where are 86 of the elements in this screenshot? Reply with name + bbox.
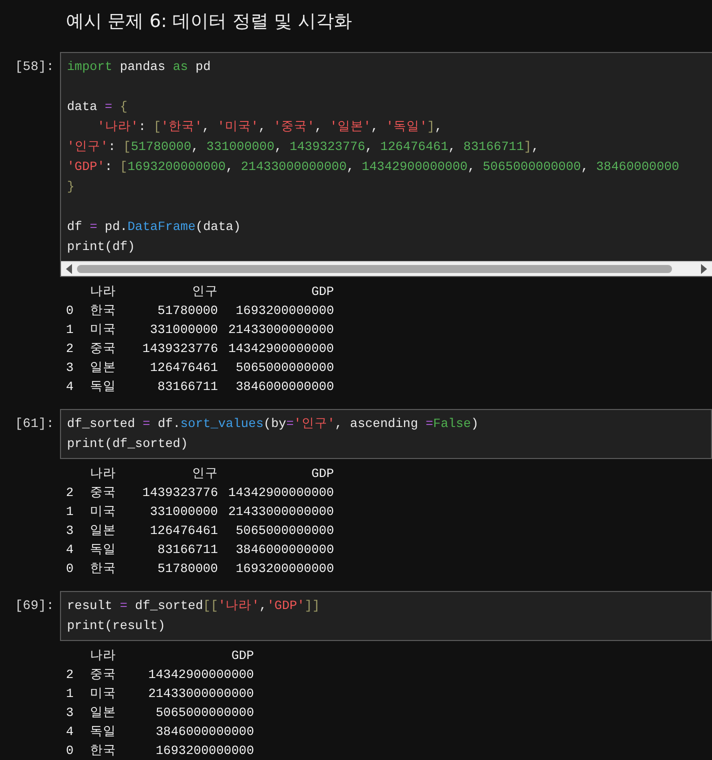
row-index: 1	[66, 322, 75, 339]
table-cell-text: 83166711	[156, 542, 218, 559]
code-line: print(df_sorted)	[67, 436, 188, 453]
table-cell-text: 5065000000000	[234, 523, 334, 540]
column-header: GDP	[230, 648, 254, 665]
table-cell-text: 한국	[90, 303, 117, 320]
table-cell-text: 3846000000000	[154, 724, 254, 741]
code-line: }	[67, 179, 75, 196]
table-cell-text: 126476461	[148, 523, 218, 540]
table-cell-text: 독일	[90, 542, 117, 559]
column-header: GDP	[310, 466, 334, 483]
row-index: 3	[66, 705, 75, 722]
table-cell-text: 미국	[90, 686, 117, 703]
horizontal-scrollbar[interactable]	[61, 261, 712, 276]
table-cell-text: 83166711	[156, 379, 218, 396]
table-cell-text: 독일	[90, 379, 117, 396]
table-cell-text: 331000000	[148, 504, 218, 521]
code-line: data = {	[67, 99, 128, 116]
table-cell-text: 14342900000000	[227, 341, 334, 358]
table-cell-text: 1693200000000	[234, 561, 334, 578]
code-line: 'GDP': [1693200000000, 21433000000000, 14342900000000, 5065000000000, 38460000000	[67, 159, 680, 176]
column-header: 인구	[191, 284, 218, 301]
table-cell-text: 21433000000000	[147, 686, 254, 703]
scroll-left-icon[interactable]	[65, 264, 73, 274]
table-cell-text: 1693200000000	[154, 743, 254, 760]
row-index: 2	[66, 485, 75, 502]
table-cell-text: 독일	[90, 724, 117, 741]
table-cell-text: 중국	[90, 341, 117, 358]
table-cell-text: 5065000000000	[234, 360, 334, 377]
row-index: 2	[66, 341, 75, 358]
table-cell-text: 51780000	[156, 303, 218, 320]
table-cell-text: 미국	[90, 322, 117, 339]
table-cell-text: 한국	[90, 743, 117, 760]
code-line: print(df)	[67, 239, 136, 256]
table-cell-text: 21433000000000	[227, 322, 334, 339]
table-cell-text: 21433000000000	[227, 504, 334, 521]
table-cell-text: 51780000	[156, 561, 218, 578]
table-cell-text: 미국	[90, 504, 117, 521]
column-header: 나라	[90, 466, 117, 483]
row-index: 4	[66, 379, 75, 396]
row-index: 1	[66, 504, 75, 521]
row-index: 3	[66, 360, 75, 377]
code-line: df_sorted = df.sort_values(by='인구', ascending =False)	[67, 416, 479, 433]
row-index: 0	[66, 561, 75, 578]
table-cell-text: 331000000	[148, 322, 218, 339]
cell-prompt: [69]:	[14, 597, 55, 615]
row-index: 4	[66, 542, 75, 559]
code-line: result = df_sorted[['나라','GDP']]	[67, 598, 320, 615]
code-cell[interactable]	[60, 52, 712, 277]
row-index: 0	[66, 743, 75, 760]
cell-prompt: [58]:	[14, 58, 55, 76]
table-cell-text: 3846000000000	[234, 542, 334, 559]
table-cell-text: 5065000000000	[154, 705, 254, 722]
table-cell-text: 1693200000000	[234, 303, 334, 320]
table-cell-text: 일본	[90, 523, 117, 540]
row-index: 0	[66, 303, 75, 320]
table-cell-text: 14342900000000	[147, 667, 254, 684]
code-line: import pandas as pd	[67, 59, 211, 76]
row-index: 1	[66, 686, 75, 703]
column-header: 나라	[90, 284, 117, 301]
table-cell-text: 14342900000000	[227, 485, 334, 502]
row-index: 2	[66, 667, 75, 684]
code-cell[interactable]: result = df_sorted[['나라','GDP']] print(result)	[60, 591, 712, 641]
row-index: 3	[66, 523, 75, 540]
code-line: '나라': ['한국', '미국', '중국', '일본', '독일'],	[96, 119, 442, 136]
column-header: GDP	[310, 284, 334, 301]
notebook-heading: 예시 문제 6: 데이터 정렬 및 시각화	[65, 10, 353, 34]
table-cell-text: 1439323776	[141, 485, 218, 502]
column-header: 나라	[90, 648, 117, 665]
table-cell-text: 중국	[90, 485, 117, 502]
table-cell-text: 일본	[90, 705, 117, 722]
table-cell-text: 일본	[90, 360, 117, 377]
table-cell-text: 126476461	[148, 360, 218, 377]
cell-prompt: [61]:	[14, 415, 55, 433]
code-cell[interactable]: df_sorted = df.sort_values(by='인구', ascending =False) print(df_sorted)	[60, 409, 712, 459]
column-header: 인구	[191, 466, 218, 483]
table-cell-text: 1439323776	[141, 341, 218, 358]
code-line: '인구': [51780000, 331000000, 1439323776, 126476461, 83166711],	[67, 139, 540, 156]
code-line: print(result)	[67, 618, 166, 635]
code-line: df = pd.DataFrame(data)	[67, 219, 241, 236]
scroll-right-icon[interactable]	[700, 264, 708, 274]
table-cell-text: 한국	[90, 561, 117, 578]
table-cell-text: 중국	[90, 667, 117, 684]
scrollbar-thumb[interactable]	[77, 265, 672, 273]
row-index: 4	[66, 724, 75, 741]
table-cell-text: 3846000000000	[234, 379, 334, 396]
